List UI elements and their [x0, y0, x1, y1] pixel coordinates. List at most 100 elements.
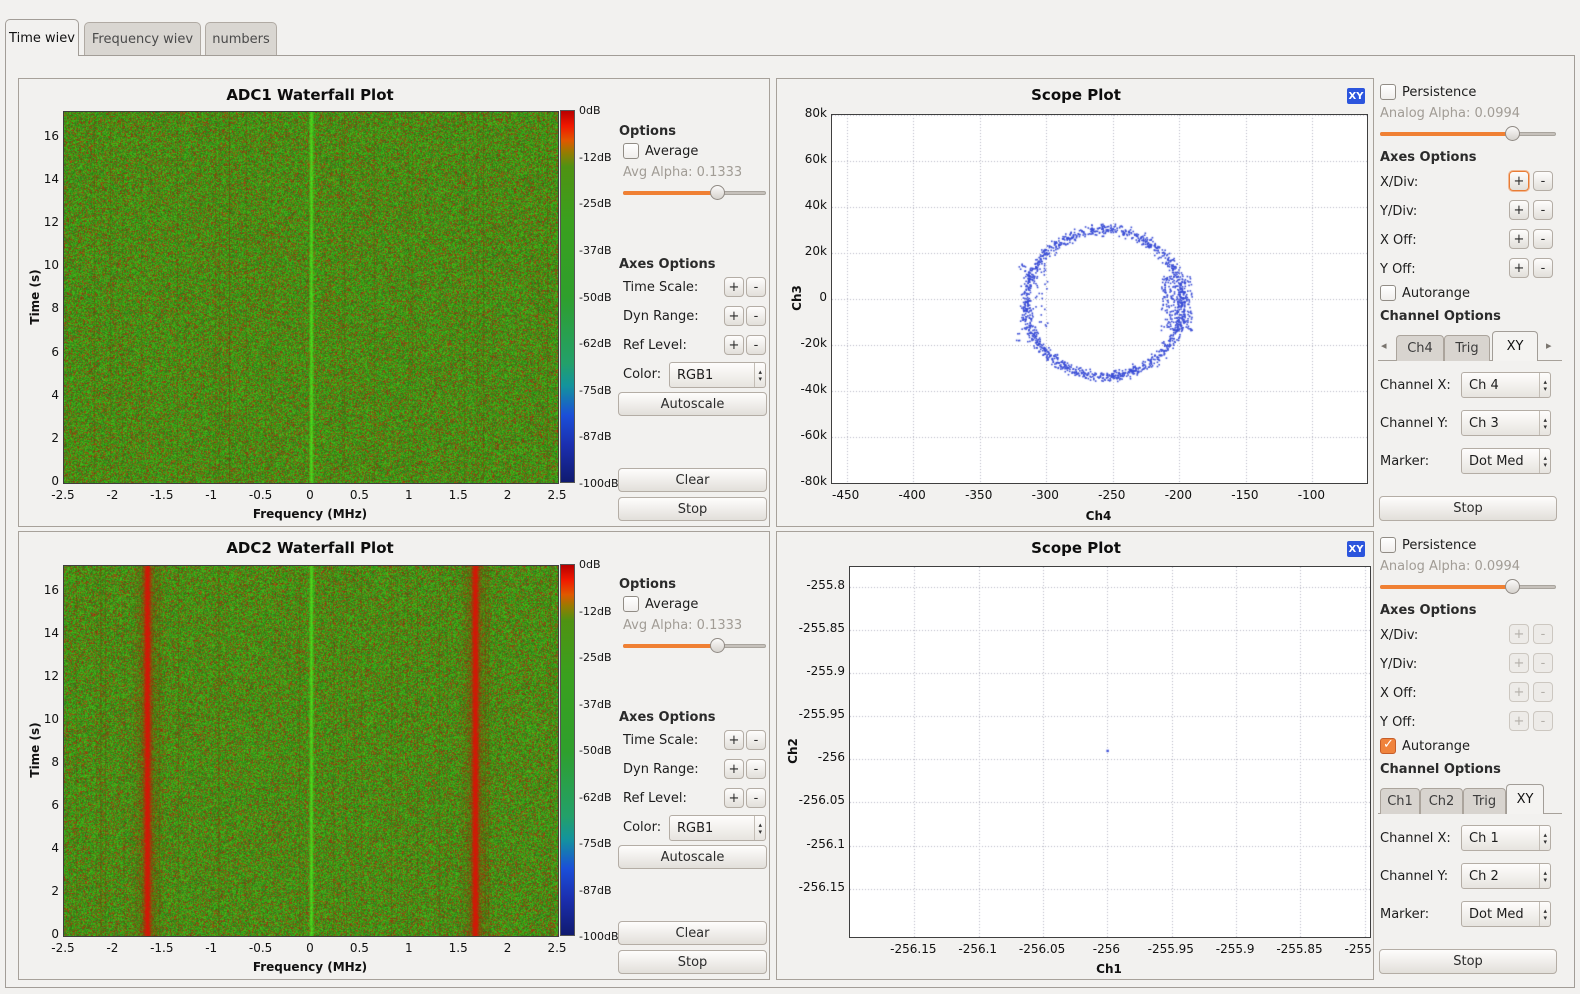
tick-label: -200 [1150, 488, 1206, 502]
yoff-increase-button[interactable]: + [1509, 711, 1529, 731]
channel-y-select[interactable]: Ch 3 ▴▾ [1461, 410, 1551, 436]
scope-plot-canvas[interactable] [831, 114, 1368, 484]
xoff-decrease-button[interactable]: - [1533, 229, 1553, 249]
color-select[interactable]: RGB1 ▴▾ [669, 362, 766, 388]
xoff-increase-button[interactable]: + [1509, 229, 1529, 249]
slider-handle[interactable] [710, 185, 725, 200]
xdiv-increase-button[interactable]: + [1509, 171, 1529, 191]
ydiv-decrease-button[interactable]: - [1533, 653, 1553, 673]
persistence-checkbox[interactable] [1380, 537, 1396, 553]
tab-frequency-view[interactable]: Frequency wiev [84, 22, 201, 55]
stop-button[interactable]: Stop [1379, 496, 1557, 521]
scope-plot-canvas[interactable] [849, 566, 1371, 938]
tick-label: -12dB [579, 151, 612, 164]
xoff-increase-button[interactable]: + [1509, 682, 1529, 702]
ref-level-decrease-button[interactable]: - [746, 335, 766, 355]
clear-button[interactable]: Clear [618, 921, 767, 945]
time-scale-decrease-button[interactable]: - [746, 730, 766, 750]
channel-tab-ch4[interactable]: Ch4 [1396, 335, 1444, 361]
spinner-arrows-icon[interactable]: ▴▾ [1539, 449, 1550, 473]
autoscale-button[interactable]: Autoscale [618, 392, 767, 416]
spinner-arrows-icon[interactable]: ▴▾ [754, 363, 765, 387]
dyn-range-increase-button[interactable]: + [724, 306, 744, 326]
slider-handle[interactable] [1505, 126, 1520, 141]
tick-label: -255.8 [789, 578, 845, 592]
time-scale-increase-button[interactable]: + [724, 277, 744, 297]
yoff-decrease-button[interactable]: - [1533, 258, 1553, 278]
channel-tab-ch1[interactable]: Ch1 [1380, 788, 1420, 814]
spinner-arrows-icon[interactable]: ▴▾ [1539, 864, 1550, 888]
tick-label: -25dB [579, 197, 612, 210]
channel-tab-trig[interactable]: Trig [1463, 788, 1506, 814]
xdiv-increase-button[interactable]: + [1509, 624, 1529, 644]
analog-alpha-value: Analog Alpha: 0.0994 [1380, 559, 1520, 574]
ydiv-decrease-button[interactable]: - [1533, 200, 1553, 220]
channel-tab-xy[interactable]: XY [1506, 784, 1544, 814]
color-select[interactable]: RGB1 ▴▾ [669, 815, 766, 841]
tab-numbers[interactable]: numbers [205, 22, 277, 55]
average-checkbox[interactable] [623, 596, 639, 612]
spinner-arrows-icon[interactable]: ▴▾ [754, 816, 765, 840]
slider-handle[interactable] [1505, 579, 1520, 594]
time-scale-increase-button[interactable]: + [724, 730, 744, 750]
tick-label: -450 [818, 488, 874, 502]
channel-x-select[interactable]: Ch 1 ▴▾ [1461, 825, 1551, 851]
marker-label: Marker: [1380, 907, 1429, 922]
ref-level-increase-button[interactable]: + [724, 335, 744, 355]
stop-button[interactable]: Stop [1379, 949, 1557, 974]
xoff-decrease-button[interactable]: - [1533, 682, 1553, 702]
average-checkbox[interactable] [623, 143, 639, 159]
marker-select[interactable]: Dot Med ▴▾ [1461, 448, 1551, 474]
tick-label: -37dB [579, 698, 612, 711]
spinner-arrows-icon[interactable]: ▴▾ [1539, 373, 1550, 397]
analog-alpha-slider[interactable] [1380, 579, 1556, 594]
avg-alpha-slider[interactable] [623, 638, 766, 653]
xdiv-decrease-button[interactable]: - [1533, 624, 1553, 644]
tick-label: -60k [776, 428, 827, 442]
channel-tab-trig[interactable]: Trig [1444, 335, 1490, 361]
waterfall-plot-canvas[interactable] [63, 111, 559, 484]
channel-x-select[interactable]: Ch 4 ▴▾ [1461, 372, 1551, 398]
spinner-arrows-icon[interactable]: ▴▾ [1539, 411, 1550, 435]
stop-button[interactable]: Stop [618, 950, 767, 974]
tab-time-view[interactable]: Time wiev [5, 19, 79, 56]
channel-y-select[interactable]: Ch 2 ▴▾ [1461, 863, 1551, 889]
x-axis-label: Frequency (MHz) [63, 960, 557, 974]
clear-button[interactable]: Clear [618, 468, 767, 492]
tick-label: -255.9 [1207, 942, 1263, 956]
xdiv-decrease-button[interactable]: - [1533, 171, 1553, 191]
dyn-range-increase-button[interactable]: + [724, 759, 744, 779]
tick-label: 20k [776, 244, 827, 258]
channel-tabs: ◂ Ch4 Trig XY ▸ [1378, 331, 1562, 361]
tabs-scroll-right-icon[interactable]: ▸ [1546, 339, 1552, 352]
tick-label: -40k [776, 382, 827, 396]
dyn-range-decrease-button[interactable]: - [746, 759, 766, 779]
time-scale-decrease-button[interactable]: - [746, 277, 766, 297]
ref-level-increase-button[interactable]: + [724, 788, 744, 808]
autoscale-button[interactable]: Autoscale [618, 845, 767, 869]
yoff-increase-button[interactable]: + [1509, 258, 1529, 278]
persistence-checkbox[interactable] [1380, 84, 1396, 100]
dyn-range-label: Dyn Range: [623, 762, 699, 777]
tabs-scroll-left-icon[interactable]: ◂ [1381, 339, 1387, 352]
ydiv-increase-button[interactable]: + [1509, 200, 1529, 220]
spinner-arrows-icon[interactable]: ▴▾ [1539, 826, 1550, 850]
waterfall-plot-canvas[interactable] [63, 565, 559, 937]
stop-button[interactable]: Stop [618, 497, 767, 521]
ydiv-label: Y/Div: [1380, 657, 1417, 672]
channel-tab-ch2[interactable]: Ch2 [1420, 788, 1463, 814]
persistence-label: Persistence [1402, 538, 1476, 553]
marker-select[interactable]: Dot Med ▴▾ [1461, 901, 1551, 927]
ydiv-increase-button[interactable]: + [1509, 653, 1529, 673]
avg-alpha-slider[interactable] [623, 185, 766, 200]
autorange-checkbox[interactable] [1380, 738, 1396, 754]
channel-tab-xy[interactable]: XY [1492, 331, 1538, 361]
spinner-arrows-icon[interactable]: ▴▾ [1539, 902, 1550, 926]
dyn-range-decrease-button[interactable]: - [746, 306, 766, 326]
ref-level-decrease-button[interactable]: - [746, 788, 766, 808]
yoff-decrease-button[interactable]: - [1533, 711, 1553, 731]
analog-alpha-value: Analog Alpha: 0.0994 [1380, 106, 1520, 121]
autorange-checkbox[interactable] [1380, 285, 1396, 301]
analog-alpha-slider[interactable] [1380, 126, 1556, 141]
slider-handle[interactable] [710, 638, 725, 653]
